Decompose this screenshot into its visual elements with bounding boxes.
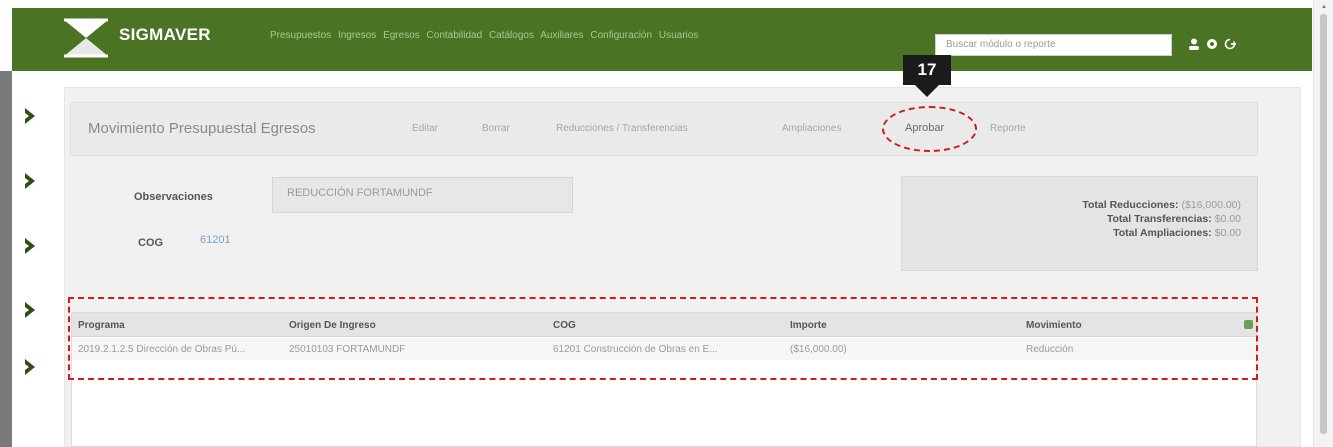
- total-extensions-label: Total Ampliaciones:: [1113, 227, 1212, 239]
- nav-item-configuracion[interactable]: Configuración: [590, 30, 652, 41]
- gear-icon[interactable]: [1205, 37, 1219, 51]
- nav-item-auxiliares[interactable]: Auxiliares: [540, 30, 583, 41]
- step-number-badge: 17: [903, 55, 951, 85]
- observaciones-field[interactable]: REDUCCIÓN FORTAMUNDF: [272, 177, 573, 213]
- total-transfers-value: $0.00: [1214, 213, 1241, 225]
- nav-item-ingresos[interactable]: Ingresos: [338, 30, 376, 41]
- reductions-transfers-link[interactable]: Reducciones / Transferencias: [556, 123, 688, 134]
- nav-item-usuarios[interactable]: Usuarios: [659, 30, 698, 41]
- main-nav: Presupuestos Ingresos Egresos Contabilid…: [270, 30, 702, 41]
- step-pointer-arrow: [915, 85, 939, 97]
- chevron-right-icon[interactable]: [23, 171, 37, 191]
- chevron-right-icon[interactable]: [23, 300, 37, 320]
- approve-highlight-ellipse: [882, 106, 977, 152]
- table-highlight-rect: [68, 297, 1258, 380]
- nav-icons: [1187, 34, 1243, 54]
- nav-item-presupuestos[interactable]: Presupuestos: [270, 30, 331, 41]
- module-search-input[interactable]: Buscar módulo o reporte: [935, 34, 1172, 56]
- page-title: Movimiento Presupuestal Egresos: [88, 120, 316, 137]
- totals-box: Total Reducciones: ($16,000.00) Total Tra…: [901, 176, 1258, 271]
- total-reductions: Total Reducciones: ($16,000.00): [1082, 199, 1241, 211]
- total-transfers-label: Total Transferencias:: [1106, 213, 1212, 225]
- total-transfers: Total Transferencias: $0.00: [1107, 213, 1241, 225]
- delete-link[interactable]: Borrar: [482, 123, 510, 134]
- observaciones-label: Observaciones: [134, 191, 213, 203]
- edit-link[interactable]: Editar: [412, 123, 438, 134]
- chevron-right-icon[interactable]: [23, 236, 37, 256]
- cog-value-link[interactable]: 61201: [200, 234, 231, 246]
- report-link[interactable]: Reporte: [990, 123, 1026, 134]
- logout-icon[interactable]: [1223, 37, 1237, 51]
- scroll-up-icon[interactable]: ▲: [1321, 4, 1327, 10]
- nav-item-catalogos[interactable]: Catálogos: [489, 30, 534, 41]
- total-reductions-value: ($16,000.00): [1181, 199, 1241, 211]
- chevron-right-icon[interactable]: [23, 106, 37, 126]
- chevron-right-icon[interactable]: [23, 357, 37, 377]
- user-icon[interactable]: [1187, 37, 1201, 51]
- total-extensions-value: $0.00: [1214, 227, 1241, 239]
- scrollbar-thumb[interactable]: [1320, 14, 1327, 434]
- total-extensions: Total Ampliaciones: $0.00: [1113, 227, 1241, 239]
- extensions-link[interactable]: Ampliaciones: [782, 123, 841, 134]
- cog-label: COG: [138, 237, 164, 249]
- app-window: SIGMAVER Presupuestos Ingresos Egresos C…: [0, 0, 1333, 447]
- nav-item-contabilidad[interactable]: Contabilidad: [427, 30, 483, 41]
- vertical-scrollbar[interactable]: ▲: [1313, 0, 1333, 447]
- left-sidebar: [0, 71, 12, 447]
- total-reductions-label: Total Reducciones:: [1082, 199, 1179, 211]
- brand-name[interactable]: SIGMAVER: [119, 25, 211, 45]
- nav-item-egresos[interactable]: Egresos: [383, 30, 420, 41]
- top-navbar: SIGMAVER Presupuestos Ingresos Egresos C…: [12, 8, 1312, 71]
- sigmaver-logo-icon[interactable]: [60, 16, 112, 60]
